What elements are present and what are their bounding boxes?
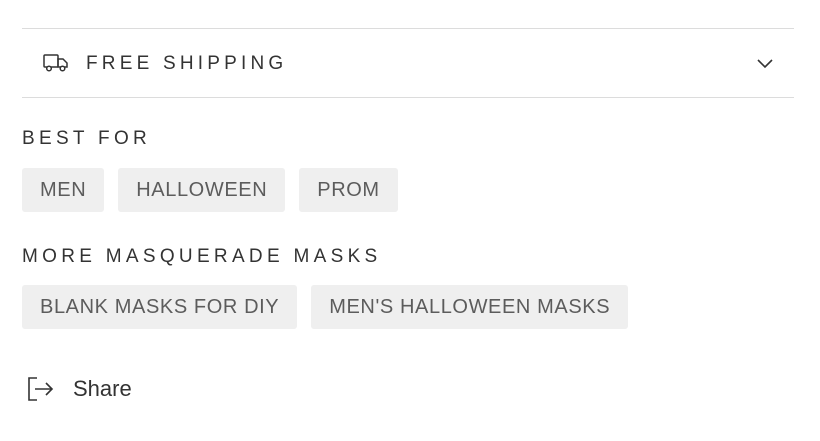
free-shipping-title: FREE SHIPPING	[86, 53, 288, 74]
best-for-tags: MEN HALLOWEEN PROM	[22, 168, 398, 212]
more-masks-tags: BLANK MASKS FOR DIY MEN'S HALLOWEEN MASK…	[22, 285, 629, 329]
share-button[interactable]: Share	[22, 374, 132, 404]
truck-icon	[43, 54, 68, 72]
tag-prom[interactable]: PROM	[299, 168, 398, 212]
tag-halloween[interactable]: HALLOWEEN	[118, 168, 286, 212]
tag-mens-halloween-masks[interactable]: MEN'S HALLOWEEN MASKS	[311, 285, 629, 329]
tag-blank-masks-diy[interactable]: BLANK MASKS FOR DIY	[22, 285, 298, 329]
best-for-heading: BEST FOR	[22, 128, 152, 149]
product-details-panel: FREE SHIPPING BEST FOR MEN HALLOWEEN PRO…	[0, 0, 820, 441]
share-icon	[28, 377, 54, 401]
chevron-down-icon[interactable]	[756, 56, 774, 70]
more-masks-heading: MORE MASQUERADE MASKS	[22, 246, 382, 267]
share-label: Share	[73, 376, 132, 401]
tag-men[interactable]: MEN	[22, 168, 105, 212]
free-shipping-accordion[interactable]: FREE SHIPPING	[22, 28, 794, 98]
